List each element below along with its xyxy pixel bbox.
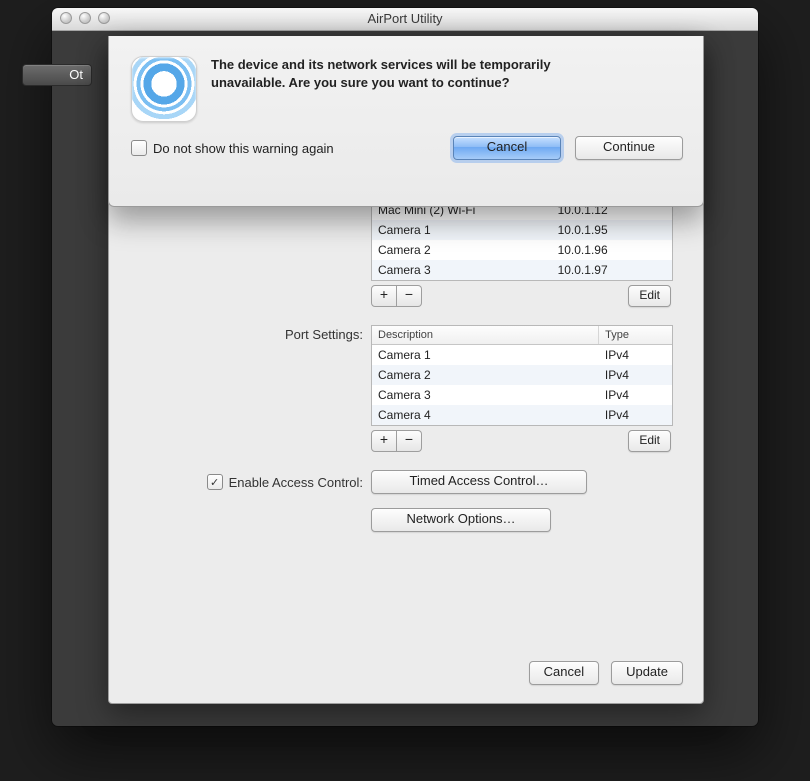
ports-label: Port Settings:	[109, 325, 371, 342]
col-description: Description	[372, 326, 599, 344]
dont-show-label: Do not show this warning again	[153, 141, 334, 156]
table-row[interactable]: Camera 1 10.0.1.95	[372, 220, 672, 240]
close-icon[interactable]	[60, 12, 72, 24]
dhcp-edit-button[interactable]: Edit	[628, 285, 671, 307]
warning-message: The device and its network services will…	[211, 56, 591, 122]
cell-addr: 10.0.1.97	[552, 260, 672, 280]
cell-type: IPv4	[599, 405, 672, 425]
sheet-cancel-button[interactable]: Cancel	[453, 136, 561, 160]
window-title: AirPort Utility	[367, 11, 442, 26]
minimize-icon[interactable]	[79, 12, 91, 24]
dhcp-add-button[interactable]: +	[371, 285, 397, 307]
dhcp-table: Mac Mini (2) Wi-Fi 10.0.1.12 Camera 1 10…	[371, 199, 673, 281]
cell-desc: Camera 1	[372, 220, 552, 240]
table-row[interactable]: Camera 2 10.0.1.96	[372, 240, 672, 260]
app-window: AirPort Utility Ot Mac Mini (2) Wi-Fi 10…	[52, 8, 758, 726]
timed-access-button[interactable]: Timed Access Control…	[371, 470, 587, 494]
cell-desc: Camera 3	[372, 385, 599, 405]
warning-sheet: The device and its network services will…	[108, 36, 704, 207]
cell-type: IPv4	[599, 385, 672, 405]
ports-remove-button[interactable]: −	[397, 430, 422, 452]
zoom-icon[interactable]	[98, 12, 110, 24]
cell-desc: Camera 3	[372, 260, 552, 280]
ports-add-button[interactable]: +	[371, 430, 397, 452]
table-row[interactable]: Camera 1 IPv4	[372, 345, 672, 365]
traffic-lights	[60, 12, 110, 24]
table-row[interactable]: Camera 3 10.0.1.97	[372, 260, 672, 280]
update-button[interactable]: Update	[611, 661, 683, 685]
cancel-button[interactable]: Cancel	[529, 661, 599, 685]
airport-icon	[131, 56, 197, 122]
cell-desc: Camera 2	[372, 365, 599, 385]
sidebar-other-button[interactable]: Ot	[22, 64, 92, 86]
table-row[interactable]: Camera 3 IPv4	[372, 385, 672, 405]
dhcp-remove-button[interactable]: −	[397, 285, 422, 307]
titlebar: AirPort Utility	[52, 8, 758, 31]
dhcp-add-remove: + −	[371, 285, 422, 307]
ports-table: Description Type Camera 1 IPv4 Camera 2 …	[371, 325, 673, 426]
network-options-button[interactable]: Network Options…	[371, 508, 551, 532]
panel-footer: Cancel Update	[529, 661, 683, 685]
cell-addr: 10.0.1.95	[552, 220, 672, 240]
ports-add-remove: + −	[371, 430, 422, 452]
table-row[interactable]: Camera 2 IPv4	[372, 365, 672, 385]
cell-desc: Camera 1	[372, 345, 599, 365]
cell-type: IPv4	[599, 345, 672, 365]
col-type: Type	[599, 326, 672, 344]
sheet-continue-button[interactable]: Continue	[575, 136, 683, 160]
cell-desc: Camera 4	[372, 405, 599, 425]
access-control-checkbox[interactable]: ✓	[207, 474, 223, 490]
dont-show-checkbox[interactable]	[131, 140, 147, 156]
cell-desc: Camera 2	[372, 240, 552, 260]
ports-edit-button[interactable]: Edit	[628, 430, 671, 452]
cell-type: IPv4	[599, 365, 672, 385]
cell-addr: 10.0.1.96	[552, 240, 672, 260]
access-control-label: Enable Access Control:	[229, 475, 363, 490]
table-row[interactable]: Camera 4 IPv4	[372, 405, 672, 425]
